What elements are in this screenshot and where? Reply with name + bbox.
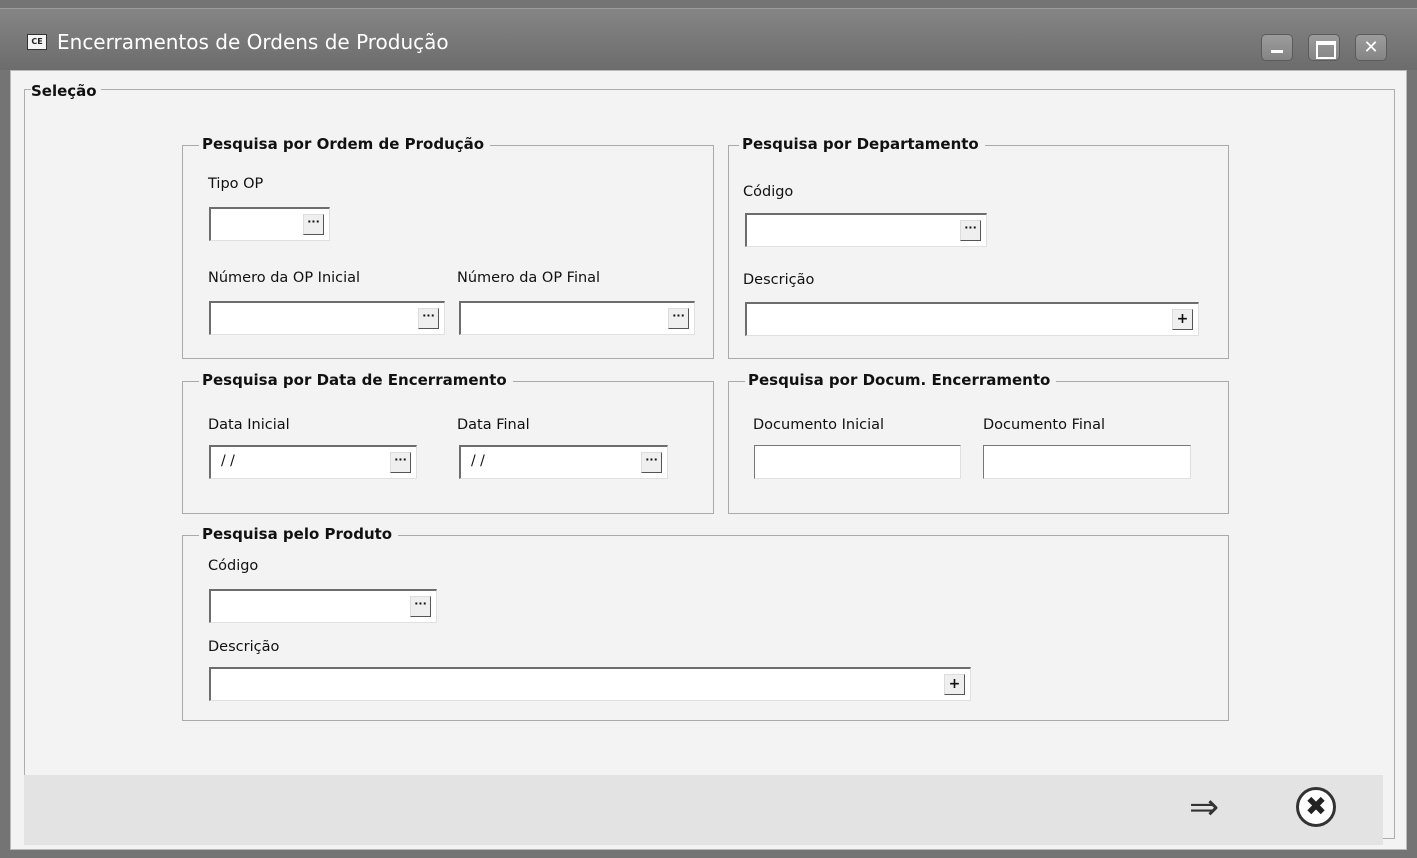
produto-codigo-lookup-button[interactable]: ··· [410,596,431,617]
data-final-input[interactable]: / / ··· [459,445,668,479]
produto-legend: Pesquisa pelo Produto [199,525,399,543]
produto-group: Pesquisa pelo Produto Código ··· Descriç… [182,525,1229,721]
produto-descricao-add-button[interactable]: + [944,674,965,695]
data-inicial-label: Data Inicial [208,417,290,433]
departamento-codigo-label: Código [743,184,794,200]
tipo-op-lookup-button[interactable]: ··· [303,214,324,235]
tipo-op-input[interactable]: ··· [209,207,330,241]
data-final-label: Data Final [457,417,530,433]
maximize-button[interactable] [1308,34,1340,61]
data-inicial-input[interactable]: / / ··· [209,445,417,479]
data-inicial-value: / / [221,453,235,469]
produto-codigo-input[interactable]: ··· [209,589,437,623]
title-bar[interactable]: CE Encerramentos de Ordens de Produção ✕ [0,8,1417,70]
documento-inicial-label: Documento Inicial [753,417,885,433]
documento-encerramento-legend: Pesquisa por Docum. Encerramento [745,371,1057,389]
departamento-group: Pesquisa por Departamento Código ··· Des… [728,135,1229,359]
data-encerramento-legend: Pesquisa por Data de Encerramento [199,371,513,389]
close-icon: ✕ [1363,37,1379,58]
departamento-descricao-add-button[interactable]: + [1172,309,1193,330]
op-inicial-label: Número da OP Inicial [208,270,361,286]
ordem-producao-legend: Pesquisa por Ordem de Produção [199,135,491,153]
cancel-glyph: ✖ [1305,792,1327,822]
produto-descricao-input[interactable]: + [209,667,971,701]
documento-final-input[interactable] [983,445,1191,479]
op-final-input[interactable]: ··· [459,301,695,335]
documento-final-label: Documento Final [983,417,1106,433]
documento-encerramento-group: Pesquisa por Docum. Encerramento Documen… [728,371,1229,514]
departamento-descricao-input[interactable]: + [745,302,1199,336]
departamento-codigo-input[interactable]: ··· [745,213,987,247]
documento-inicial-input[interactable] [754,445,961,479]
selecao-group: Seleção Pesquisa por Ordem de Produção T… [24,82,1395,839]
op-inicial-input[interactable]: ··· [209,301,445,335]
minimize-button[interactable] [1261,34,1293,61]
departamento-descricao-label: Descrição [743,272,815,288]
data-encerramento-group: Pesquisa por Data de Encerramento Data I… [182,371,714,514]
departamento-legend: Pesquisa por Departamento [739,135,985,153]
tipo-op-label: Tipo OP [208,176,264,192]
data-final-lookup-button[interactable]: ··· [641,452,662,473]
ordem-producao-group: Pesquisa por Ordem de Produção Tipo OP ·… [182,135,714,359]
departamento-codigo-lookup-button[interactable]: ··· [960,220,981,241]
close-button[interactable]: ✕ [1355,34,1387,61]
data-inicial-lookup-button[interactable]: ··· [390,452,411,473]
produto-codigo-label: Código [208,558,259,574]
data-final-value: / / [471,453,485,469]
footer-toolbar: ⇒ ✖ [24,775,1383,845]
op-final-label: Número da OP Final [457,270,601,286]
op-inicial-lookup-button[interactable]: ··· [418,308,439,329]
window: CE Encerramentos de Ordens de Produção ✕… [0,0,1417,858]
produto-descricao-label: Descrição [208,639,280,655]
form-body: Seleção Pesquisa por Ordem de Produção T… [10,70,1407,850]
window-title: Encerramentos de Ordens de Produção [57,30,449,54]
next-arrow-icon[interactable]: ⇒ [1189,789,1219,827]
cancel-icon[interactable]: ✖ [1296,787,1336,827]
op-final-lookup-button[interactable]: ··· [668,308,689,329]
selecao-legend: Seleção [31,82,101,100]
app-icon: CE [27,34,47,50]
